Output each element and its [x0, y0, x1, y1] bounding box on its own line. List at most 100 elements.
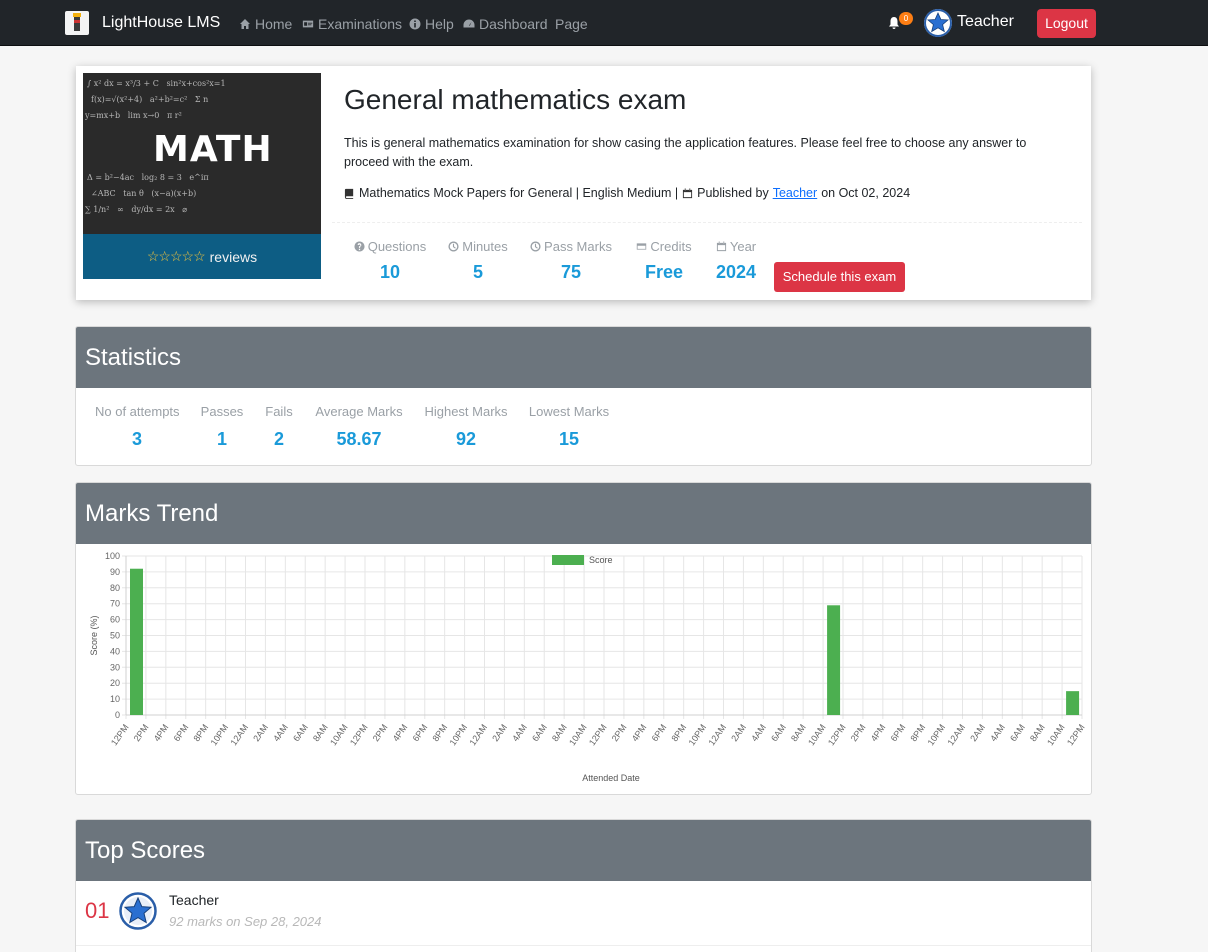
x-tick-label: 12AM — [228, 722, 250, 747]
y-axis-title: Score (%) — [89, 615, 99, 655]
nav-help[interactable]: Help — [409, 16, 454, 32]
x-tick-label: 6PM — [172, 722, 191, 743]
x-tick-label: 6PM — [650, 722, 669, 743]
questions-value: 10 — [379, 262, 401, 282]
stat-year: Year 2024 — [713, 239, 759, 283]
x-tick-label: 6AM — [769, 722, 788, 743]
nav-home-label: Home — [255, 16, 293, 32]
star-badge-icon — [119, 892, 157, 930]
y-tick-label: 10 — [110, 694, 120, 704]
x-tick-label: 4AM — [510, 722, 529, 743]
x-tick-label: 4AM — [749, 722, 768, 743]
stat-label: No of attempts — [95, 404, 180, 419]
star-badge-icon — [924, 9, 952, 37]
stat-label: Passes — [200, 404, 244, 419]
nav-dashboard[interactable]: Dashboard — [463, 16, 548, 32]
stat-value: 92 — [455, 429, 477, 449]
x-tick-label: 10PM — [209, 722, 231, 747]
x-tick-label: 10AM — [1045, 722, 1067, 747]
x-tick-label: 10PM — [448, 722, 470, 747]
x-axis-title: Attended Date — [582, 773, 640, 783]
marks-trend-title: Marks Trend — [76, 483, 1091, 544]
top-scores-title: Top Scores — [76, 820, 1091, 881]
score-meta: 92 marks on Sep 28, 2024 — [169, 914, 322, 929]
x-tick-label: 4AM — [988, 722, 1007, 743]
x-tick-label: 2AM — [251, 722, 270, 743]
stat-value: 15 — [558, 429, 580, 449]
reviews-label[interactable]: reviews — [210, 249, 257, 265]
nav-user-name[interactable]: Teacher — [957, 13, 1014, 31]
exam-cover: ∫ x² dx = x³/3 + C sin²x+cos²x=1 f(x)=√(… — [83, 73, 321, 279]
nav-help-label: Help — [425, 16, 454, 32]
x-tick-label: 12AM — [945, 722, 967, 747]
questions-label: Questions — [367, 239, 427, 254]
y-tick-label: 100 — [105, 551, 120, 561]
x-tick-label: 12PM — [348, 722, 370, 747]
lighthouse-logo-icon[interactable] — [65, 11, 89, 35]
stat-label: Fails — [265, 404, 293, 419]
score-name[interactable]: Teacher — [169, 892, 219, 908]
x-tick-label: 12AM — [706, 722, 728, 747]
stat-average-marks: Average Marks 58.67 — [315, 404, 403, 450]
y-tick-label: 50 — [110, 631, 120, 641]
rating-stars-icon[interactable]: ☆☆☆☆☆ — [147, 248, 206, 265]
top-navbar: LightHouse LMS Home Examinations Help Da… — [0, 0, 1208, 46]
stat-lowest-marks: Lowest Marks 15 — [528, 404, 610, 450]
x-tick-label: 10AM — [806, 722, 828, 747]
year-label: Year — [729, 239, 757, 254]
credit-card-icon — [637, 243, 647, 250]
minutes-value: 5 — [472, 262, 483, 282]
x-tick-label: 6AM — [1008, 722, 1027, 743]
x-tick-label: 8PM — [669, 722, 688, 743]
year-value: 2024 — [715, 262, 757, 282]
x-tick-label: 12PM — [109, 722, 131, 747]
x-tick-label: 2PM — [132, 722, 151, 743]
brand-name[interactable]: LightHouse LMS — [102, 14, 220, 32]
minutes-label: Minutes — [462, 239, 508, 254]
x-tick-label: 12PM — [587, 722, 609, 747]
calendar-icon — [716, 241, 726, 252]
exam-card: ∫ x² dx = x³/3 + C sin²x+cos²x=1 f(x)=√(… — [76, 66, 1091, 300]
clock-icon — [530, 241, 541, 252]
calendar-icon — [683, 187, 693, 198]
logout-button[interactable]: Logout — [1037, 9, 1096, 38]
marks-trend-chart: 010203040506070809010012PM 2PM 4PM 6PM 8PM10… — [89, 551, 1087, 783]
x-tick-label: 8AM — [789, 722, 808, 743]
stat-label: Average Marks — [315, 404, 403, 419]
y-tick-label: 60 — [110, 615, 120, 625]
nav-page[interactable]: Page — [555, 16, 588, 32]
x-tick-label: 4PM — [630, 722, 649, 743]
legend-label: Score — [589, 555, 613, 565]
x-tick-label: 6PM — [411, 722, 430, 743]
y-tick-label: 40 — [110, 646, 120, 656]
x-tick-label: 12AM — [467, 722, 489, 747]
x-tick-label: 12PM — [1065, 722, 1087, 747]
legend-swatch — [552, 555, 584, 565]
stat-passes: Passes 1 — [198, 404, 246, 450]
published-date: on Oct 02, 2024 — [821, 186, 911, 200]
stat-questions: Questions 10 — [353, 239, 427, 283]
schedule-exam-button[interactable]: Schedule this exam — [774, 262, 905, 292]
clock-icon — [448, 241, 459, 252]
author-link[interactable]: Teacher — [773, 186, 817, 200]
stat-value: 3 — [131, 429, 142, 449]
exam-meta: Mathematics Mock Papers for General | En… — [344, 186, 910, 200]
stat-minutes: Minutes 5 — [446, 239, 510, 283]
notification-count-badge: 0 — [899, 12, 913, 25]
x-tick-label: 10PM — [926, 722, 948, 747]
nav-home[interactable]: Home — [239, 16, 292, 32]
y-tick-label: 70 — [110, 599, 120, 609]
x-tick-label: 8PM — [430, 722, 449, 743]
stat-label: Lowest Marks — [528, 404, 610, 419]
x-tick-label: 2PM — [849, 722, 868, 743]
nav-page-label: Page — [555, 16, 588, 32]
chart-bar — [1066, 691, 1080, 715]
exam-cover-image: ∫ x² dx = x³/3 + C sin²x+cos²x=1 f(x)=√(… — [83, 73, 321, 234]
nav-examinations[interactable]: Examinations — [302, 16, 402, 32]
y-tick-label: 20 — [110, 678, 120, 688]
user-avatar[interactable] — [924, 9, 952, 37]
x-tick-label: 12PM — [826, 722, 848, 747]
home-icon — [240, 19, 250, 29]
x-tick-label: 10AM — [328, 722, 350, 747]
x-tick-label: 10AM — [567, 722, 589, 747]
